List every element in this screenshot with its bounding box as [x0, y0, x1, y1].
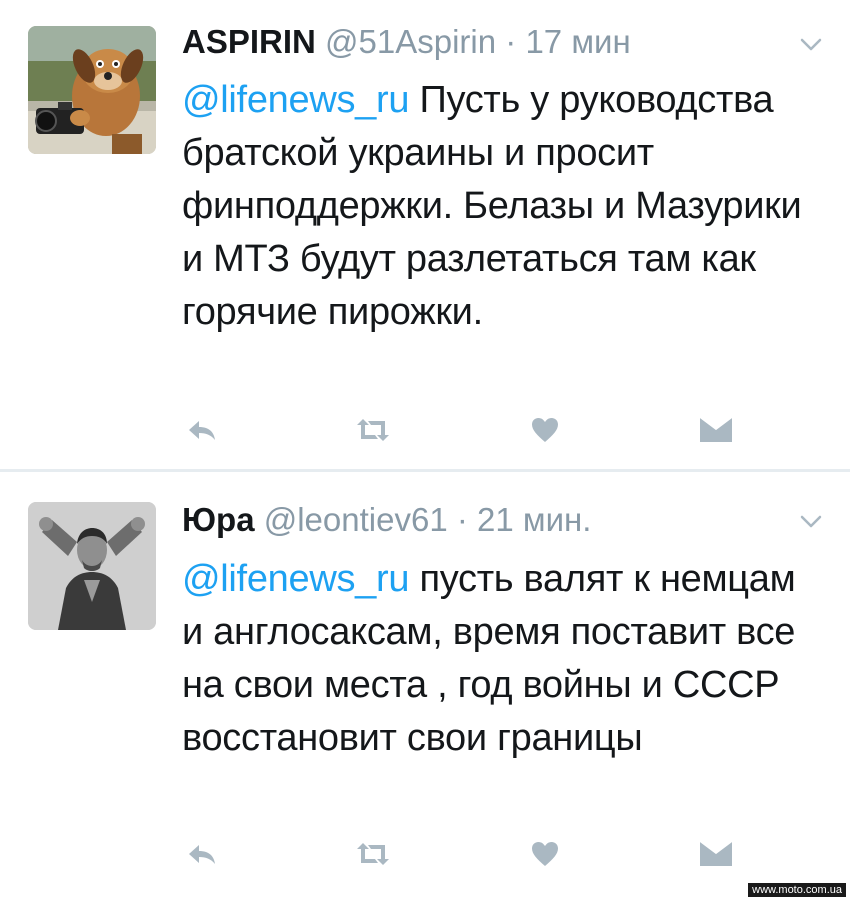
- watermark: www.moto.com.ua: [748, 883, 846, 897]
- avatar[interactable]: [28, 26, 156, 154]
- retweet-icon: [357, 843, 389, 865]
- like-button[interactable]: [525, 410, 565, 450]
- man-portrait-photo-icon: [28, 502, 156, 630]
- separator: ·: [456, 501, 468, 538]
- like-icon: [532, 418, 558, 442]
- direct-message-button[interactable]: [696, 834, 736, 874]
- more-options-button[interactable]: [800, 515, 822, 529]
- reply-button[interactable]: [182, 834, 222, 874]
- chevron-down-icon: [800, 515, 822, 528]
- direct-message-icon: [700, 842, 732, 866]
- display-name[interactable]: ASPIRIN: [182, 23, 316, 60]
- direct-message-icon: [700, 418, 732, 442]
- like-icon: [532, 842, 558, 866]
- direct-message-button[interactable]: [696, 410, 736, 450]
- tweet[interactable]: ASPIRIN @51Aspirin · 17 мин @lifenews_ru…: [0, 0, 850, 470]
- tweet-actions: [180, 834, 740, 874]
- display-name[interactable]: Юра: [182, 501, 255, 538]
- mention-link[interactable]: @lifenews_ru: [182, 79, 409, 121]
- cartoon-dog-with-camera-icon: [28, 26, 156, 154]
- retweet-button[interactable]: [353, 410, 393, 450]
- reply-icon: [189, 421, 215, 440]
- more-options-button[interactable]: [800, 38, 822, 52]
- tweet[interactable]: Юра @leontiev61 · 21 мин. @lifenews_ru п…: [0, 472, 850, 899]
- tweet-text: @lifenews_ru пусть валят к немцам и англ…: [182, 553, 822, 765]
- like-button[interactable]: [525, 834, 565, 874]
- timestamp[interactable]: 17 мин: [525, 23, 630, 60]
- avatar[interactable]: [28, 502, 156, 630]
- timestamp[interactable]: 21 мин.: [477, 501, 591, 538]
- reply-button[interactable]: [182, 410, 222, 450]
- user-handle[interactable]: @leontiev61: [264, 501, 448, 538]
- separator: ·: [505, 23, 517, 60]
- retweet-icon: [357, 419, 389, 441]
- tweet-header: ASPIRIN @51Aspirin · 17 мин: [182, 22, 631, 62]
- chevron-down-icon: [800, 38, 822, 51]
- reply-icon: [189, 845, 215, 864]
- user-handle[interactable]: @51Aspirin: [325, 23, 496, 60]
- retweet-button[interactable]: [353, 834, 393, 874]
- tweet-header: Юра @leontiev61 · 21 мин.: [182, 500, 591, 540]
- tweet-text: @lifenews_ru Пусть у руководства братско…: [182, 74, 822, 339]
- tweet-actions: [180, 410, 740, 450]
- mention-link[interactable]: @lifenews_ru: [182, 558, 409, 600]
